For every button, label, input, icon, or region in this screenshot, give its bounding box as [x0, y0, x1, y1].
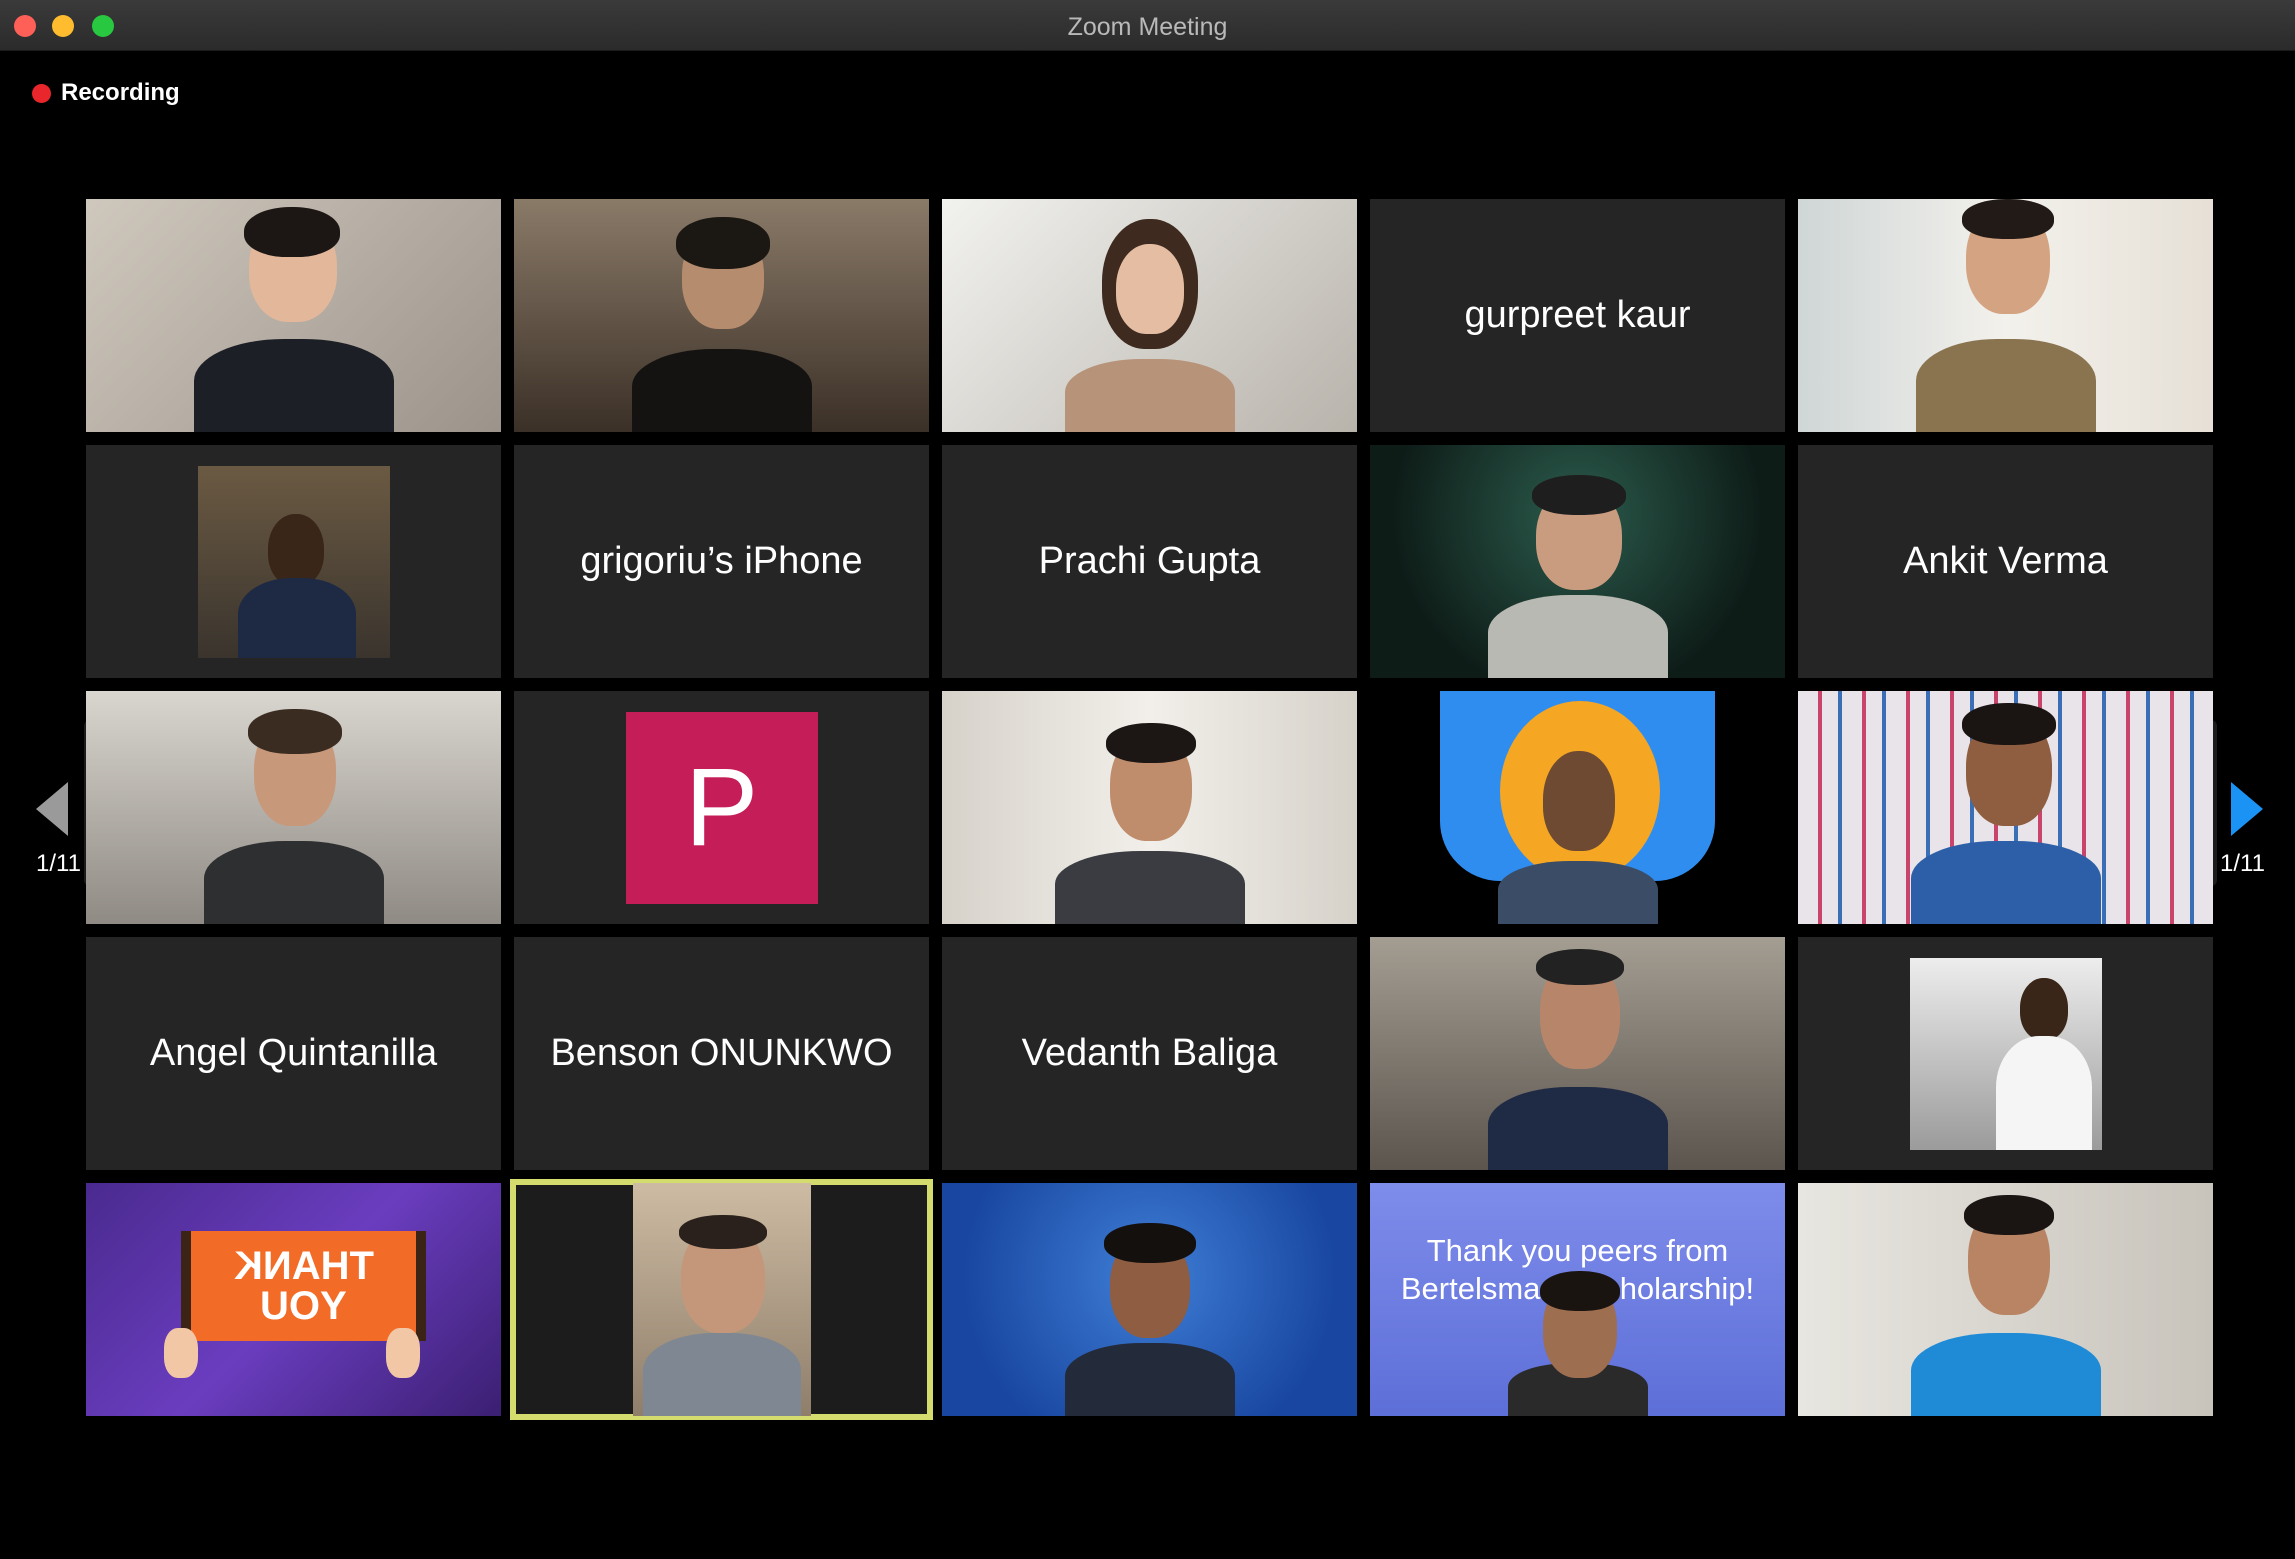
participant-photo — [197, 465, 390, 658]
participant-video — [184, 691, 404, 924]
participant-video — [184, 199, 404, 432]
photo-tile[interactable] — [1798, 937, 2213, 1170]
participant-name: Ankit Verma — [1903, 540, 2108, 582]
video-tile[interactable] — [1798, 199, 2213, 432]
participant-video — [1896, 1183, 2116, 1416]
participant-avatar: P — [625, 711, 818, 904]
video-tile[interactable] — [1370, 937, 1785, 1170]
video-tile[interactable] — [1798, 691, 2213, 924]
participant-video — [1468, 937, 1688, 1170]
recording-dot-icon — [32, 83, 51, 103]
video-tile[interactable]: THANK YOU — [86, 1183, 501, 1416]
participant-video — [1896, 691, 2116, 924]
participant-tile-grigoriu-iphone[interactable]: grigoriu’s iPhone — [514, 445, 929, 678]
video-tile[interactable] — [1798, 1183, 2213, 1416]
video-tile[interactable] — [942, 691, 1357, 924]
window-titlebar: Zoom Meeting — [0, 0, 2295, 51]
participant-tile-prachi-gupta[interactable]: Prachi Gupta — [942, 445, 1357, 678]
participant-tile-angel-quintanilla[interactable]: Angel Quintanilla — [86, 937, 501, 1170]
participant-tile-benson-onunkwo[interactable]: Benson ONUNKWO — [514, 937, 929, 1170]
participant-video — [1040, 691, 1260, 924]
participant-name: Angel Quintanilla — [149, 1032, 438, 1074]
participant-tile-gurpreet-kaur[interactable]: gurpreet kaur — [1370, 199, 1785, 432]
recording-label: Recording — [61, 79, 180, 106]
participant-video — [612, 199, 832, 432]
participant-tile-vedanth-baliga[interactable]: Vedanth Baliga — [942, 937, 1357, 1170]
participant-tile-ankit-verma[interactable]: Ankit Verma — [1798, 445, 2213, 678]
participant-video — [1040, 1183, 1260, 1416]
right-hand-icon — [386, 1328, 420, 1378]
previous-page-arrow-icon[interactable] — [36, 782, 68, 836]
avatar-initial: P — [684, 746, 759, 869]
video-tile[interactable] — [1370, 691, 1785, 924]
photo-tile[interactable] — [86, 445, 501, 678]
participant-name: gurpreet kaur — [1464, 294, 1691, 336]
participant-video — [1468, 691, 1688, 924]
video-tile[interactable] — [942, 1183, 1357, 1416]
page-indicator-right: 1/11 — [2220, 850, 2265, 877]
video-tile[interactable]: Thank you peers from Bertelsmann Scholar… — [1370, 1183, 1785, 1416]
video-tile[interactable] — [1370, 445, 1785, 678]
video-tile[interactable] — [942, 199, 1357, 432]
participant-name: Benson ONUNKWO — [550, 1032, 893, 1074]
participant-name: grigoriu’s iPhone — [580, 540, 863, 582]
participant-photo — [1909, 957, 2102, 1150]
participant-name: Vedanth Baliga — [1021, 1032, 1278, 1074]
recording-indicator[interactable]: Recording — [32, 79, 180, 107]
sign-line-1: THANK — [233, 1244, 374, 1288]
window-title: Zoom Meeting — [1067, 13, 1228, 41]
sign-line-2: YOU — [260, 1284, 347, 1328]
thank-you-sign: THANK YOU — [181, 1231, 426, 1341]
next-page-arrow-icon[interactable] — [2231, 782, 2263, 836]
avatar-tile[interactable]: P — [514, 691, 929, 924]
participant-video — [1468, 1183, 1688, 1416]
video-tile[interactable] — [514, 199, 929, 432]
left-hand-icon — [164, 1328, 198, 1378]
video-tile[interactable] — [86, 691, 501, 924]
video-tile[interactable] — [86, 199, 501, 432]
gallery-grid: gurpreet kaur grigoriu’s iPhone Prachi G… — [86, 199, 2213, 1420]
active-speaker-tile[interactable] — [510, 1179, 933, 1420]
participant-video — [1896, 199, 2116, 432]
participant-name: Prachi Gupta — [1038, 540, 1261, 582]
participant-video — [1040, 199, 1260, 432]
participant-video — [632, 1183, 811, 1416]
page-indicator-left: 1/11 — [36, 850, 81, 877]
participant-video — [1468, 445, 1688, 678]
